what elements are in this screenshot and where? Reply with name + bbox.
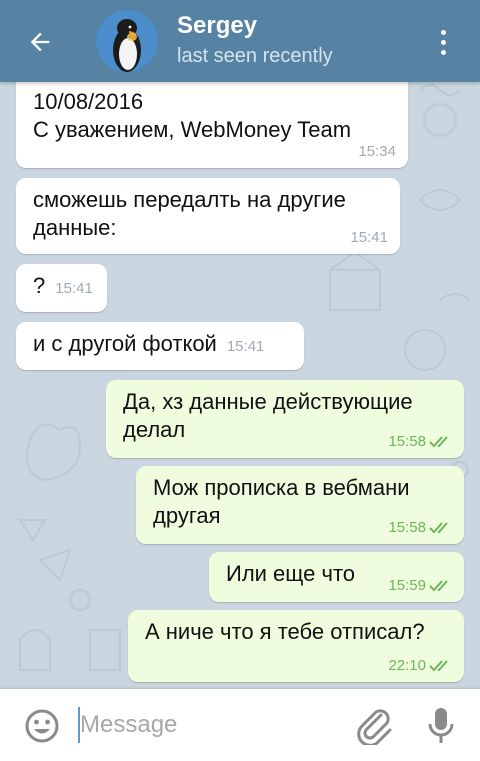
paperclip-icon: [357, 709, 392, 747]
arrow-left-icon: [30, 32, 50, 52]
message-time: 15:41: [55, 280, 93, 297]
penguin-avatar-image: [96, 10, 158, 72]
voice-record-button[interactable]: [424, 705, 458, 745]
message-time: 22:10: [388, 657, 426, 674]
message-time: 15:34: [358, 143, 396, 160]
message-time: 15:41: [350, 229, 388, 246]
more-menu-button[interactable]: [428, 22, 458, 62]
double-check-icon: [429, 660, 448, 672]
message-composer: [0, 689, 480, 761]
message-input[interactable]: [80, 703, 340, 747]
message-bubble-outgoing[interactable]: А ниче что я тебе отписал? 22:10: [128, 610, 464, 682]
message-bubble-incoming[interactable]: сможешь передалть на другие данные: 15:4…: [16, 178, 400, 254]
double-check-icon: [429, 436, 448, 448]
avatar[interactable]: [96, 10, 158, 72]
chat-header: Sergey last seen recently: [0, 0, 480, 82]
last-seen-status: last seen recently: [177, 45, 333, 67]
back-button[interactable]: [18, 20, 62, 64]
attach-button[interactable]: [354, 705, 392, 747]
emoji-icon: [25, 709, 59, 743]
double-check-icon: [429, 522, 448, 534]
message-bubble-incoming[interactable]: ? 15:41: [16, 264, 107, 312]
message-text: А ниче что я тебе отписал?: [145, 619, 425, 644]
message-bubble-outgoing[interactable]: Да, хз данные действующие делал 15:58: [106, 380, 464, 458]
message-bubble-incoming[interactable]: 10/08/2016 С уважением, WebMoney Team 15…: [16, 70, 408, 168]
message-time: 15:41: [226, 338, 265, 355]
chat-title[interactable]: Sergey: [177, 12, 257, 40]
message-text: сможешь передалть на другие данные:: [33, 187, 346, 240]
more-vertical-icon: [440, 29, 446, 35]
message-bubble-outgoing[interactable]: Или еще что 15:59: [209, 552, 464, 602]
message-text: Или еще что: [226, 561, 356, 586]
message-time: 15:58: [388, 433, 426, 450]
message-time: 15:59: [388, 577, 426, 594]
message-text: и с другой фоткой: [33, 331, 217, 356]
emoji-button[interactable]: [24, 708, 60, 744]
message-text: 10/08/2016 С уважением, WebMoney Team: [33, 89, 352, 142]
message-text: ?: [33, 273, 46, 298]
message-bubble-incoming[interactable]: и с другой фоткой 15:41: [16, 322, 304, 370]
double-check-icon: [429, 580, 448, 592]
microphone-icon: [428, 708, 454, 743]
message-bubble-outgoing[interactable]: Мож прописка в вебмани другая 15:58: [136, 466, 464, 544]
message-time: 15:58: [388, 519, 426, 536]
